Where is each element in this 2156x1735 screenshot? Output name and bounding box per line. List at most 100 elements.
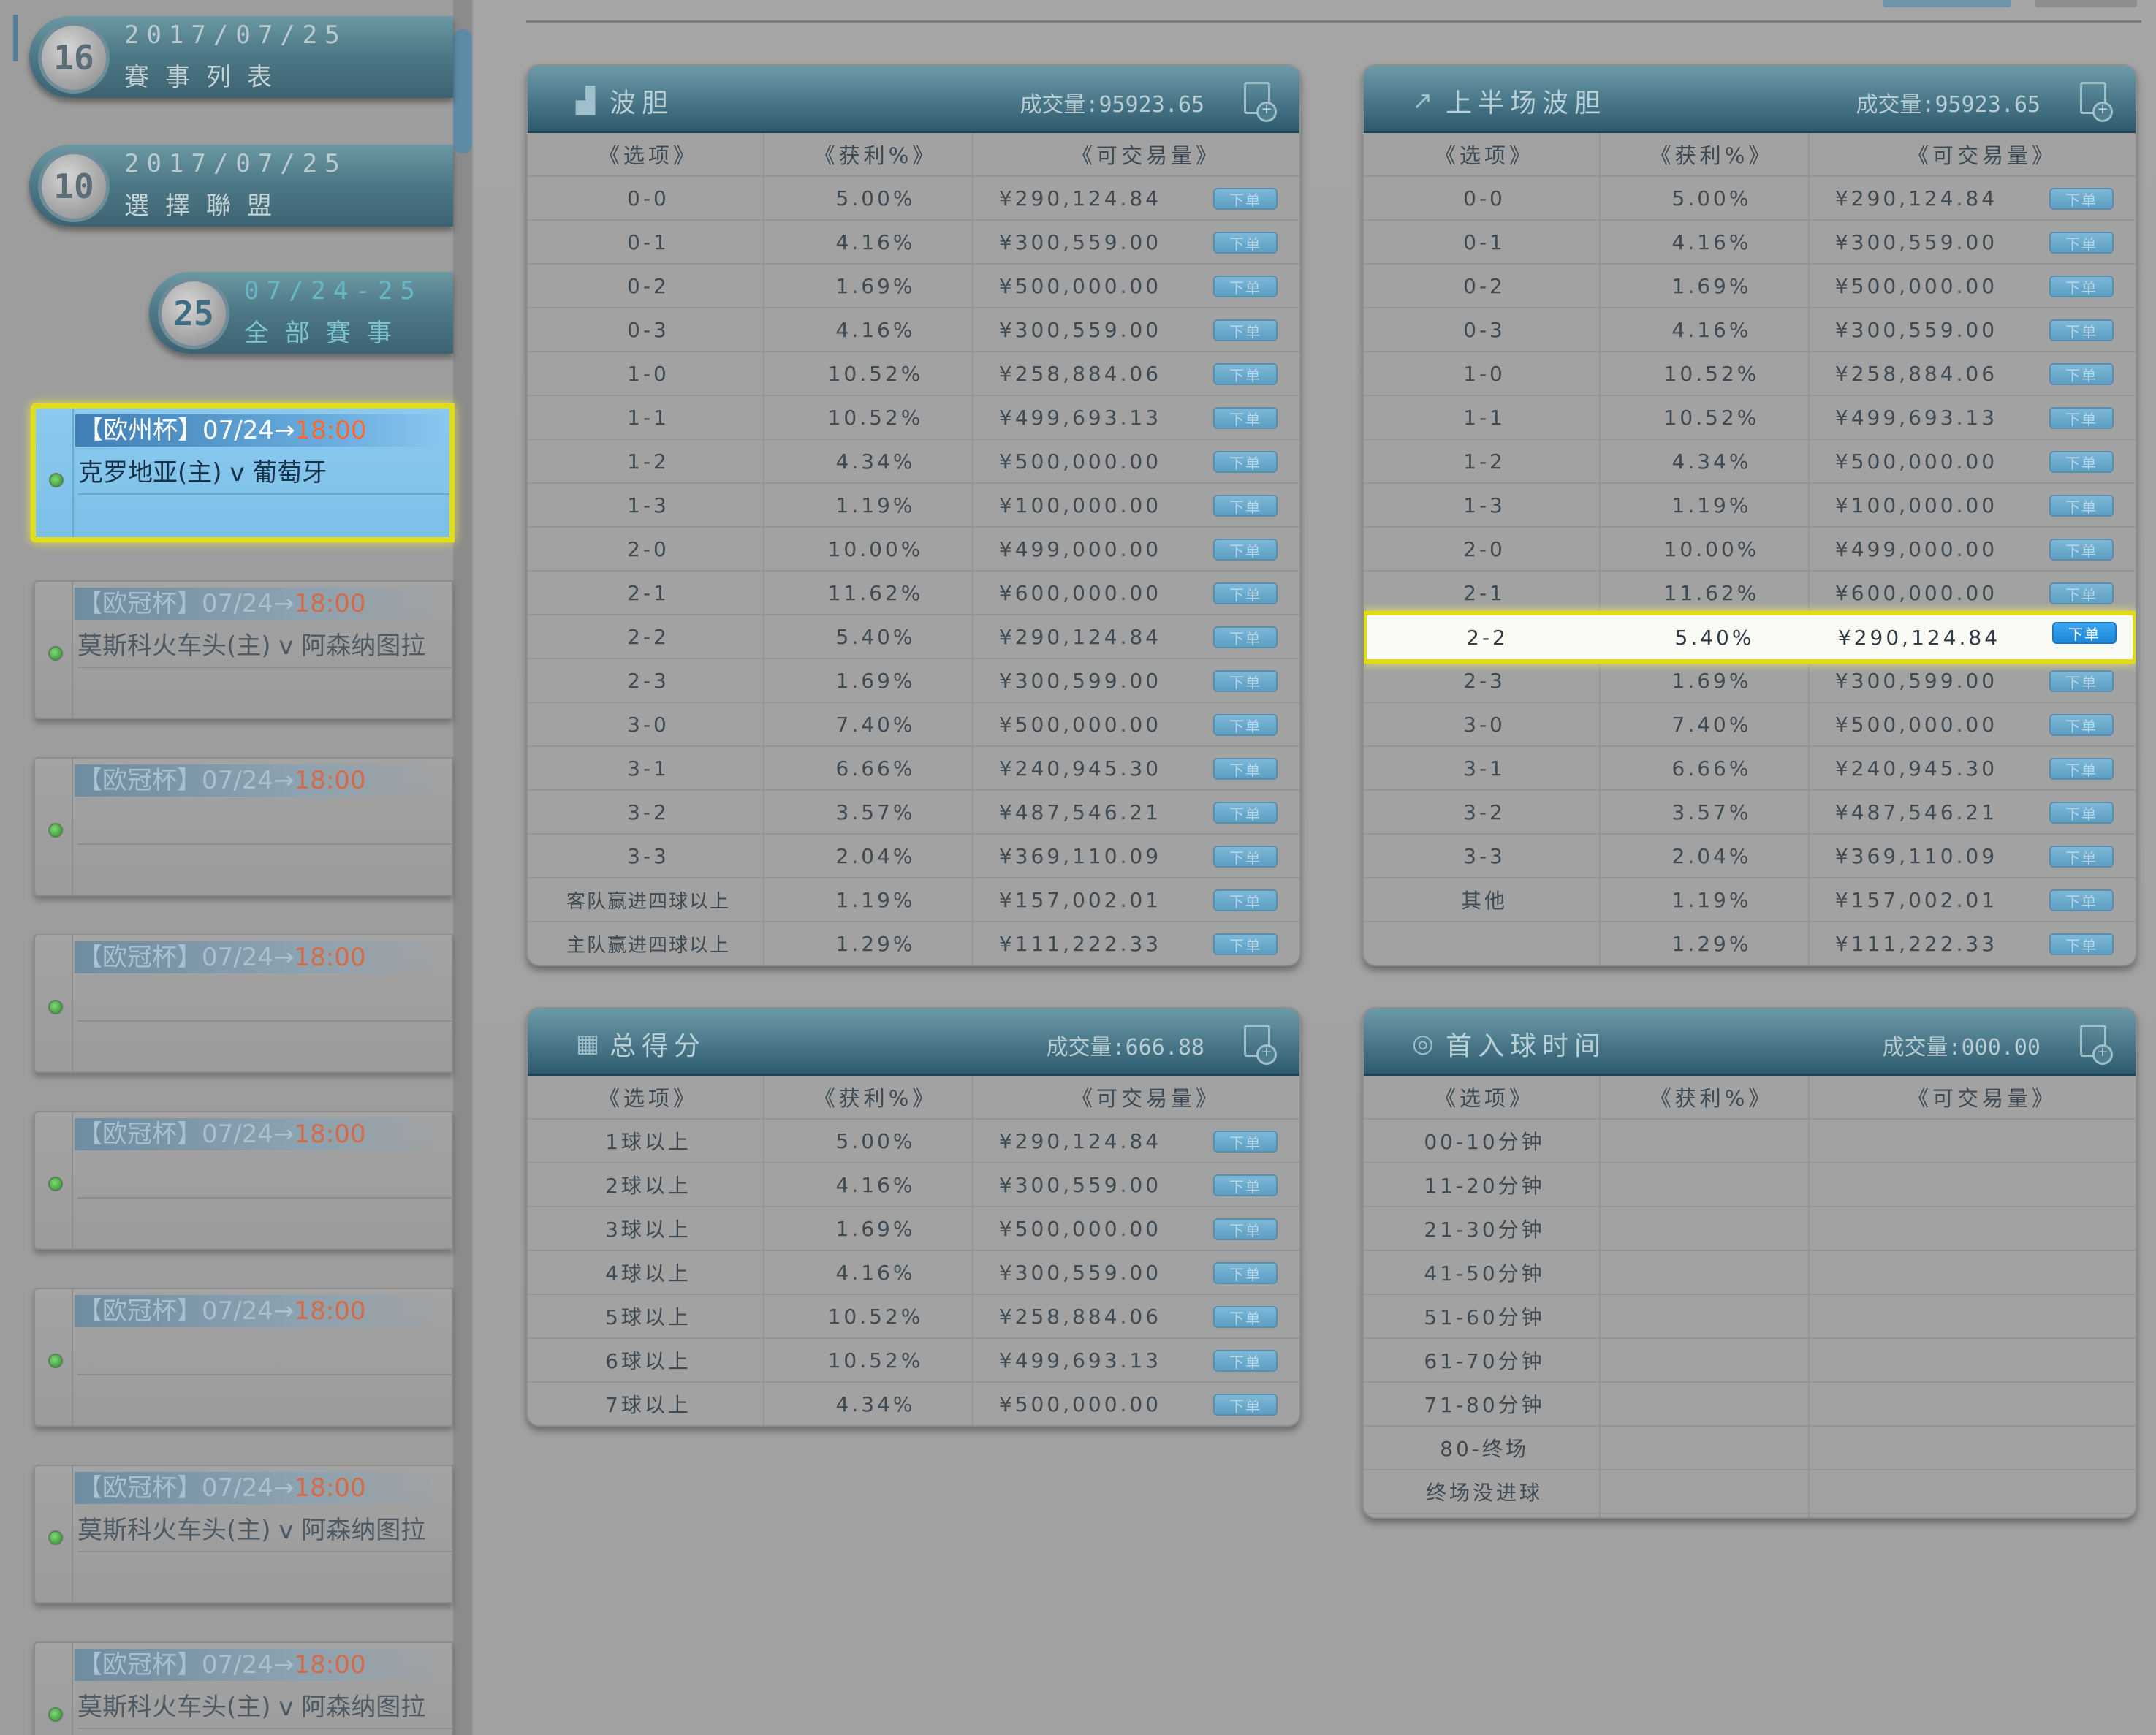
place-order-button[interactable]: 下单 [2049, 276, 2114, 297]
odds-row[interactable]: 2-3 1.69% ¥300,599.00 下单 [528, 659, 1299, 703]
odds-row[interactable]: 客队赢进四球以上 1.19% ¥157,002.01 下单 [528, 878, 1299, 922]
odds-row[interactable]: 3-3 2.04% ¥369,110.09 下单 [1364, 835, 2136, 878]
match-card[interactable]: 【欧冠杯】07/24→18:00 [34, 934, 453, 1073]
place-order-button[interactable]: 下单 [2049, 758, 2114, 780]
odds-row[interactable]: 0-0 5.00% ¥290,124.84 下单 [528, 177, 1299, 221]
odds-row[interactable]: 0-0 5.00% ¥290,124.84 下单 [1364, 177, 2136, 221]
place-order-button[interactable]: 下单 [1213, 670, 1278, 692]
place-order-button[interactable]: 下单 [1213, 758, 1278, 780]
odds-row[interactable]: 2-0 10.00% ¥499,000.00 下单 [1364, 528, 2136, 572]
odds-row[interactable]: 0-2 1.69% ¥500,000.00 下单 [1364, 265, 2136, 308]
place-order-button[interactable]: 下单 [2049, 232, 2114, 254]
odds-row[interactable]: 3球以上 1.69% ¥500,000.00 下单 [528, 1207, 1299, 1251]
match-card[interactable]: 【欧冠杯】07/24→18:00 莫斯科火车头(主) v 阿森纳图拉 [34, 1465, 453, 1603]
add-document-icon[interactable] [1244, 1025, 1277, 1065]
odds-row[interactable]: 5球以上 10.52% ¥258,884.06 下单 [528, 1295, 1299, 1339]
add-document-icon[interactable] [2080, 1025, 2113, 1065]
place-order-button[interactable]: 下单 [1213, 407, 1278, 429]
add-document-icon[interactable] [1244, 82, 1277, 122]
add-document-icon[interactable] [2080, 82, 2113, 122]
odds-row[interactable]: 0-2 1.69% ¥500,000.00 下单 [528, 265, 1299, 308]
odds-row[interactable]: 4球以上 4.16% ¥300,559.00 下单 [528, 1251, 1299, 1295]
odds-row[interactable]: 3-0 7.40% ¥500,000.00 下单 [528, 703, 1299, 747]
place-order-button[interactable]: 下单 [1213, 1394, 1278, 1416]
place-order-button[interactable]: 下单 [1213, 495, 1278, 517]
place-order-button[interactable]: 下单 [1213, 1350, 1278, 1372]
match-card[interactable]: 【欧冠杯】07/24→18:00 [34, 1111, 453, 1250]
odds-row[interactable]: 主队赢进四球以上 1.29% ¥111,222.33 下单 [528, 922, 1299, 965]
place-order-button[interactable]: 下单 [1213, 1262, 1278, 1284]
odds-row[interactable]: 1.29% ¥111,222.33 下单 [1364, 922, 2136, 965]
odds-row[interactable]: 1-1 10.52% ¥499,693.13 下单 [1364, 396, 2136, 440]
place-order-button[interactable]: 下单 [1213, 1131, 1278, 1153]
odds-row[interactable]: 00-10分钟 [1364, 1120, 2136, 1163]
match-card[interactable]: 【欧州杯】07/24→18:00 克罗地亚(主) v 葡萄牙 [31, 403, 455, 542]
odds-row[interactable]: 1-1 10.52% ¥499,693.13 下单 [528, 396, 1299, 440]
odds-row[interactable]: 1-3 1.19% ¥100,000.00 下单 [1364, 484, 2136, 528]
odds-row[interactable]: 0-1 4.16% ¥300,559.00 下单 [528, 221, 1299, 265]
place-order-button[interactable]: 下单 [2049, 846, 2114, 868]
odds-row[interactable]: 3-2 3.57% ¥487,546.21 下单 [1364, 791, 2136, 835]
place-order-button[interactable]: 下单 [2049, 363, 2114, 385]
place-order-button[interactable]: 下单 [1213, 582, 1278, 604]
odds-row[interactable]: 2-3 1.69% ¥300,599.00 下单 [1364, 659, 2136, 703]
place-order-button[interactable]: 下单 [2049, 407, 2114, 429]
date-card-select-league[interactable]: 10 2017/07/25 選擇聯盟 [29, 145, 453, 227]
match-card[interactable]: 【欧冠杯】07/24→18:00 [34, 757, 453, 896]
place-order-button[interactable]: 下单 [2049, 933, 2114, 955]
odds-row[interactable]: 1-3 1.19% ¥100,000.00 下单 [528, 484, 1299, 528]
place-order-button[interactable]: 下单 [1213, 714, 1278, 736]
odds-row[interactable]: 2-1 11.62% ¥600,000.00 下单 [1364, 572, 2136, 615]
match-card[interactable]: 【欧冠杯】07/24→18:00 莫斯科火车头(主) v 阿森纳图拉 [34, 580, 453, 719]
place-order-button[interactable]: 下单 [1213, 188, 1278, 210]
odds-row[interactable]: 7球以上 4.34% ¥500,000.00 下单 [528, 1383, 1299, 1425]
odds-row[interactable]: 51-60分钟 [1364, 1295, 2136, 1339]
odds-row[interactable]: 1-0 10.52% ¥258,884.06 下单 [528, 352, 1299, 396]
odds-row[interactable]: 2-0 10.00% ¥499,000.00 下单 [528, 528, 1299, 572]
place-order-button[interactable]: 下单 [1213, 363, 1278, 385]
place-order-button[interactable]: 下单 [1213, 276, 1278, 297]
place-order-button[interactable]: 下单 [1213, 1306, 1278, 1328]
match-card[interactable]: 【欧冠杯】07/24→18:00 莫斯科火车头(主) v 阿森纳图拉 [34, 1641, 453, 1735]
odds-row[interactable]: 1-2 4.34% ¥500,000.00 下单 [528, 440, 1299, 484]
odds-row[interactable]: 2球以上 4.16% ¥300,559.00 下单 [528, 1163, 1299, 1207]
place-order-button[interactable]: 下单 [2049, 670, 2114, 692]
place-order-button[interactable]: 下单 [2049, 188, 2114, 210]
place-order-button[interactable]: 下单 [1213, 1174, 1278, 1196]
place-order-button[interactable]: 下单 [2049, 319, 2114, 341]
odds-row[interactable]: 1-2 4.34% ¥500,000.00 下单 [1364, 440, 2136, 484]
match-card[interactable]: 【欧冠杯】07/24→18:00 [34, 1288, 453, 1427]
odds-row[interactable]: 6球以上 10.52% ¥499,693.13 下单 [528, 1339, 1299, 1383]
sidebar-scroll-thumb[interactable] [453, 29, 472, 153]
odds-row[interactable]: 2-2 5.40% ¥290,124.84 下单 [528, 615, 1299, 659]
top-button-2[interactable] [2035, 0, 2137, 7]
odds-row[interactable]: 2-1 11.62% ¥600,000.00 下单 [528, 572, 1299, 615]
odds-row[interactable]: 3-1 6.66% ¥240,945.30 下单 [1364, 747, 2136, 791]
odds-row[interactable]: 终场没进球 [1364, 1470, 2136, 1514]
odds-row[interactable]: 11-20分钟 [1364, 1163, 2136, 1207]
place-order-button[interactable]: 下单 [2049, 451, 2114, 473]
place-order-button[interactable]: 下单 [1213, 889, 1278, 911]
odds-row[interactable]: 3-2 3.57% ¥487,546.21 下单 [528, 791, 1299, 835]
odds-row[interactable]: 0-3 4.16% ¥300,559.00 下单 [528, 308, 1299, 352]
odds-row[interactable]: 1球以上 5.00% ¥290,124.84 下单 [528, 1120, 1299, 1163]
sidebar-scrollbar[interactable] [453, 0, 472, 1735]
place-order-button[interactable]: 下单 [1213, 933, 1278, 955]
place-order-button[interactable]: 下单 [2052, 622, 2117, 644]
odds-row[interactable]: 71-80分钟 [1364, 1383, 2136, 1427]
odds-row[interactable]: 21-30分钟 [1364, 1207, 2136, 1251]
place-order-button[interactable]: 下单 [2049, 495, 2114, 517]
odds-row[interactable]: 1-0 10.52% ¥258,884.06 下单 [1364, 352, 2136, 396]
odds-row[interactable]: 3-0 7.40% ¥500,000.00 下单 [1364, 703, 2136, 747]
odds-row[interactable]: 其他 1.19% ¥157,002.01 下单 [1364, 878, 2136, 922]
odds-row[interactable]: 41-50分钟 [1364, 1251, 2136, 1295]
odds-row[interactable]: 80-终场 [1364, 1427, 2136, 1470]
date-card-all-matches[interactable]: 25 07/24-25 全部賽事 [149, 272, 453, 354]
place-order-button[interactable]: 下单 [2049, 582, 2114, 604]
date-card-match-list[interactable]: 16 2017/07/25 賽事列表 [29, 16, 453, 98]
place-order-button[interactable]: 下单 [2049, 714, 2114, 736]
odds-row[interactable]: 0-1 4.16% ¥300,559.00 下单 [1364, 221, 2136, 265]
place-order-button[interactable]: 下单 [1213, 1218, 1278, 1240]
top-button-1[interactable] [1883, 0, 2011, 7]
odds-row[interactable]: 3-3 2.04% ¥369,110.09 下单 [528, 835, 1299, 878]
